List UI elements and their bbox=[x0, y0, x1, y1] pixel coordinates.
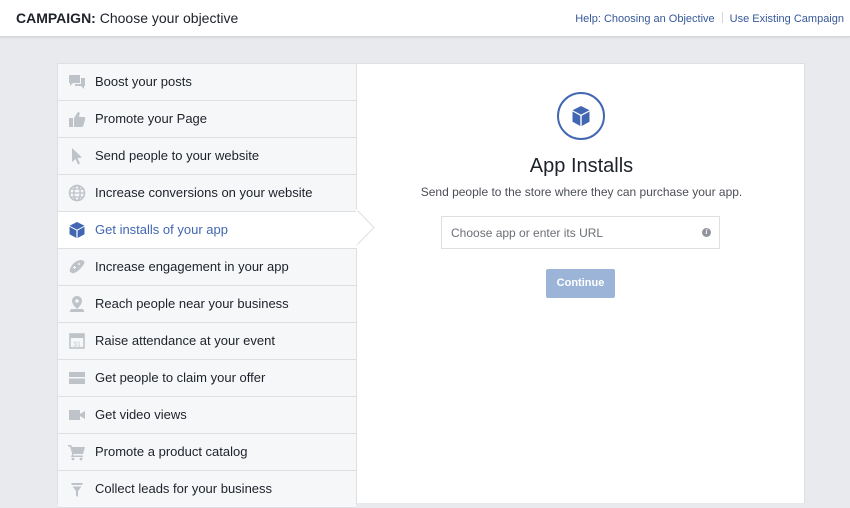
top-bar: CAMPAIGN: Choose your objective Help: Ch… bbox=[0, 0, 850, 37]
objective-label: Get video views bbox=[95, 407, 187, 422]
objective-label: Boost your posts bbox=[95, 74, 192, 89]
calendar-icon: 31 bbox=[68, 332, 86, 350]
page-title: CAMPAIGN: Choose your objective bbox=[16, 10, 238, 26]
objective-send-website[interactable]: Send people to your website bbox=[58, 138, 356, 175]
map-pin-icon bbox=[68, 295, 86, 313]
funnel-icon bbox=[68, 480, 86, 498]
objective-panel: Boost your posts Promote your Page Send … bbox=[57, 63, 806, 508]
objective-label: Reach people near your business bbox=[95, 296, 289, 311]
objective-label: Raise attendance at your event bbox=[95, 333, 275, 348]
thumbs-up-icon bbox=[68, 110, 86, 128]
use-existing-campaign-link[interactable]: Use Existing Campaign bbox=[730, 13, 844, 25]
objective-lead-generation[interactable]: Collect leads for your business bbox=[58, 471, 356, 508]
objective-label: Increase engagement in your app bbox=[95, 259, 289, 274]
video-camera-icon bbox=[68, 406, 86, 424]
objective-app-engagement[interactable]: Increase engagement in your app bbox=[58, 249, 356, 286]
objective-label: Collect leads for your business bbox=[95, 481, 273, 496]
svg-text:31: 31 bbox=[73, 342, 81, 349]
objective-detail: App Installs Send people to the store wh… bbox=[357, 64, 806, 504]
app-url-input[interactable] bbox=[441, 216, 720, 249]
objective-heading: App Installs bbox=[529, 155, 634, 177]
speech-bubbles-icon bbox=[68, 73, 86, 91]
objective-local-awareness[interactable]: Reach people near your business bbox=[58, 286, 356, 323]
gamepad-icon bbox=[68, 258, 86, 276]
continue-button[interactable]: Continue bbox=[546, 269, 615, 298]
objective-product-catalog[interactable]: Promote a product catalog bbox=[58, 434, 356, 471]
objective-description: Send people to the store where they can … bbox=[420, 185, 743, 199]
objective-app-installs[interactable]: Get installs of your app bbox=[58, 212, 357, 249]
objective-video-views[interactable]: Get video views bbox=[58, 397, 356, 434]
cursor-icon bbox=[68, 147, 86, 165]
shopping-cart-icon bbox=[68, 443, 86, 461]
page-title-campaign: CAMPAIGN: bbox=[16, 10, 96, 26]
objective-label: Promote your Page bbox=[95, 111, 208, 126]
objective-list: Boost your posts Promote your Page Send … bbox=[58, 64, 357, 508]
objective-label: Increase conversions on your website bbox=[95, 185, 313, 200]
objective-label: Promote a product catalog bbox=[95, 444, 248, 459]
link-divider bbox=[721, 12, 723, 23]
info-icon[interactable]: i bbox=[702, 228, 711, 237]
globe-icon bbox=[68, 184, 86, 202]
objective-promote-page[interactable]: Promote your Page bbox=[58, 101, 356, 138]
objective-boost-posts[interactable]: Boost your posts bbox=[58, 64, 356, 101]
objective-event-responses[interactable]: 31 Raise attendance at your event bbox=[58, 323, 356, 360]
app-installs-badge bbox=[557, 92, 605, 140]
cube-icon bbox=[572, 106, 590, 126]
ticket-icon bbox=[68, 369, 86, 387]
objective-website-conversions[interactable]: Increase conversions on your website bbox=[58, 175, 356, 212]
objective-label: Get people to claim your offer bbox=[95, 370, 266, 385]
objective-offer-claims[interactable]: Get people to claim your offer bbox=[58, 360, 356, 397]
help-choosing-objective-link[interactable]: Help: Choosing an Objective bbox=[575, 13, 714, 25]
header-links: Help: Choosing an Objective Use Existing … bbox=[575, 12, 844, 25]
objective-label: Get installs of your app bbox=[95, 222, 228, 237]
objective-label: Send people to your website bbox=[95, 148, 260, 163]
page-title-objective: Choose your objective bbox=[95, 10, 239, 26]
cube-icon bbox=[68, 221, 86, 239]
